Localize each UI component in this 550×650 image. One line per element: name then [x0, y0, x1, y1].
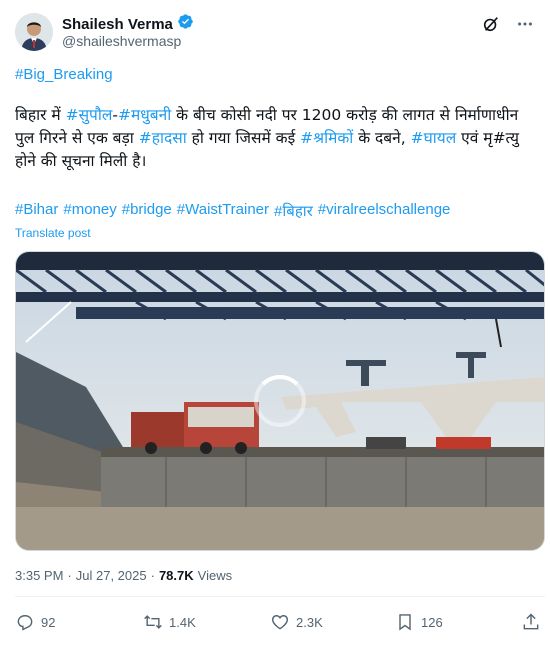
- grok-icon[interactable]: [481, 14, 501, 34]
- share-icon: [523, 613, 539, 630]
- views-label: Views: [197, 568, 233, 583]
- post-date[interactable]: Jul 27, 2025: [76, 568, 147, 583]
- like-count: 2.3K: [296, 614, 323, 630]
- action-bar: 92 1.4K 2.3K 126: [15, 612, 545, 640]
- hashtag-link[interactable]: #हादसा: [139, 129, 187, 147]
- reply-icon: [17, 615, 33, 631]
- avatar[interactable]: [15, 13, 53, 51]
- hashtag-link[interactable]: #सुपौल: [66, 106, 113, 124]
- author-name-row: Shailesh Verma: [62, 13, 194, 35]
- bookmark-icon: [399, 614, 411, 631]
- post-video[interactable]: [15, 251, 545, 551]
- post-text-segment: के दबने,: [353, 129, 411, 147]
- post-meta: 3:35 PM · Jul 27, 2025 · 78.7K Views: [15, 568, 232, 583]
- hashtag-link[interactable]: #bridge: [122, 201, 172, 221]
- hashtag-link[interactable]: #money: [63, 201, 116, 221]
- heart-icon: [271, 615, 289, 630]
- hashtag-link[interactable]: #Bihar: [15, 201, 58, 221]
- hashtag-link[interactable]: #घायल: [411, 129, 457, 147]
- tweet: Shailesh Verma @shaileshvermasp #Big_Bre…: [0, 0, 550, 650]
- reply-count: 92: [41, 614, 56, 630]
- repost-button[interactable]: 1.4K: [143, 612, 196, 632]
- meta-separator: ·: [150, 568, 155, 583]
- translate-post-link[interactable]: Translate post: [15, 226, 91, 240]
- divider: [15, 596, 545, 597]
- repost-count: 1.4K: [169, 614, 196, 630]
- views-count: 78.7K: [158, 568, 194, 583]
- like-button[interactable]: 2.3K: [270, 612, 323, 632]
- header-icons: [481, 14, 535, 34]
- post-time[interactable]: 3:35 PM: [15, 568, 63, 583]
- reply-button[interactable]: 92: [15, 612, 55, 632]
- hashtag-link[interactable]: #बिहार: [274, 201, 313, 221]
- author-handle[interactable]: @shaileshvermasp: [62, 33, 181, 49]
- avatar-image: [15, 13, 53, 51]
- more-icon[interactable]: [515, 14, 535, 34]
- share-button[interactable]: [521, 612, 541, 632]
- repost-icon: [144, 615, 162, 629]
- post-text-segment: बिहार में: [15, 106, 66, 124]
- author-name[interactable]: Shailesh Verma: [62, 16, 173, 33]
- post-text-segment: हो गया जिसमें कई: [186, 129, 301, 147]
- hashtag-link[interactable]: #श्रमिकों: [300, 129, 353, 147]
- post-text: बिहार में #सुपौल-#मधुबनी के बीच कोसी नदी…: [15, 104, 537, 173]
- meta-separator: ·: [67, 568, 72, 583]
- bookmark-count: 126: [421, 614, 443, 630]
- post-tags: #Bihar #money #bridge #WaistTrainer #बिहार #v…: [15, 201, 450, 221]
- hashtag-link[interactable]: #मधुबनी: [118, 106, 171, 124]
- bookmark-button[interactable]: 126: [395, 612, 443, 632]
- loading-spinner-icon: [254, 375, 306, 427]
- top-hashtag-line: #Big_Breaking: [15, 66, 113, 83]
- verified-badge-icon: [177, 13, 194, 35]
- hashtag-link[interactable]: #Big_Breaking: [15, 66, 113, 83]
- hashtag-link[interactable]: #viralreelschallenge: [318, 201, 451, 221]
- hashtag-link[interactable]: #WaistTrainer: [177, 201, 269, 221]
